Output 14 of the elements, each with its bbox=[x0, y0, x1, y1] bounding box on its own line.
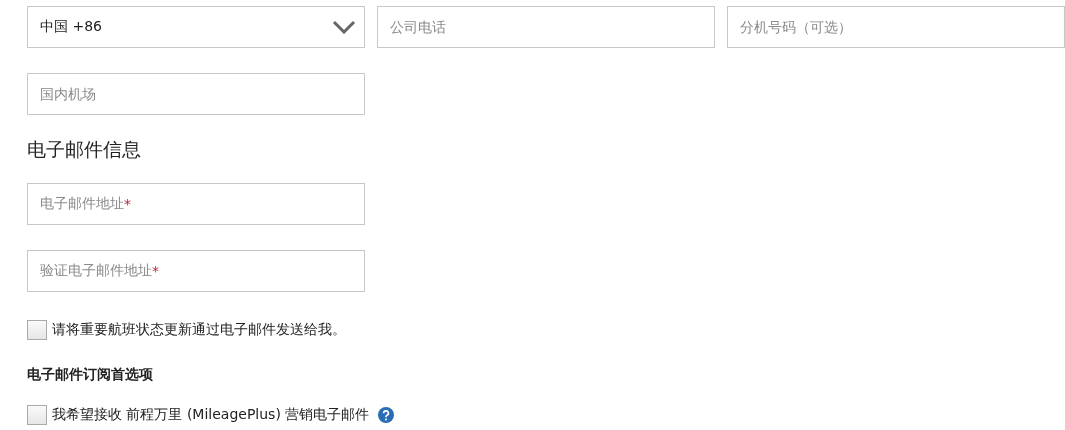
section-heading: 电子邮件信息 bbox=[27, 137, 141, 161]
chevron-down-icon bbox=[332, 20, 356, 34]
checkbox[interactable] bbox=[27, 320, 47, 340]
subsection-heading: 电子邮件订阅首选项 bbox=[27, 365, 153, 384]
checkbox-label: 请将重要航班状态更新通过电子邮件发送给我。 bbox=[52, 321, 346, 339]
phone-field[interactable]: 公司电话 bbox=[377, 6, 715, 48]
email-field[interactable]: 电子邮件地址* bbox=[27, 183, 365, 225]
extension-field[interactable]: 分机号码（可选） bbox=[727, 6, 1065, 48]
help-icon[interactable] bbox=[378, 407, 395, 423]
checkbox[interactable] bbox=[27, 405, 47, 425]
country-dropdown[interactable]: 中国 +86 bbox=[27, 6, 365, 48]
checkbox-label: 我希望接收 前程万里 (MileagePlus) 营销电子邮件 bbox=[52, 406, 370, 424]
email-field[interactable]: 验证电子邮件地址* bbox=[27, 250, 365, 292]
airport-field[interactable]: 国内机场 bbox=[27, 73, 365, 115]
